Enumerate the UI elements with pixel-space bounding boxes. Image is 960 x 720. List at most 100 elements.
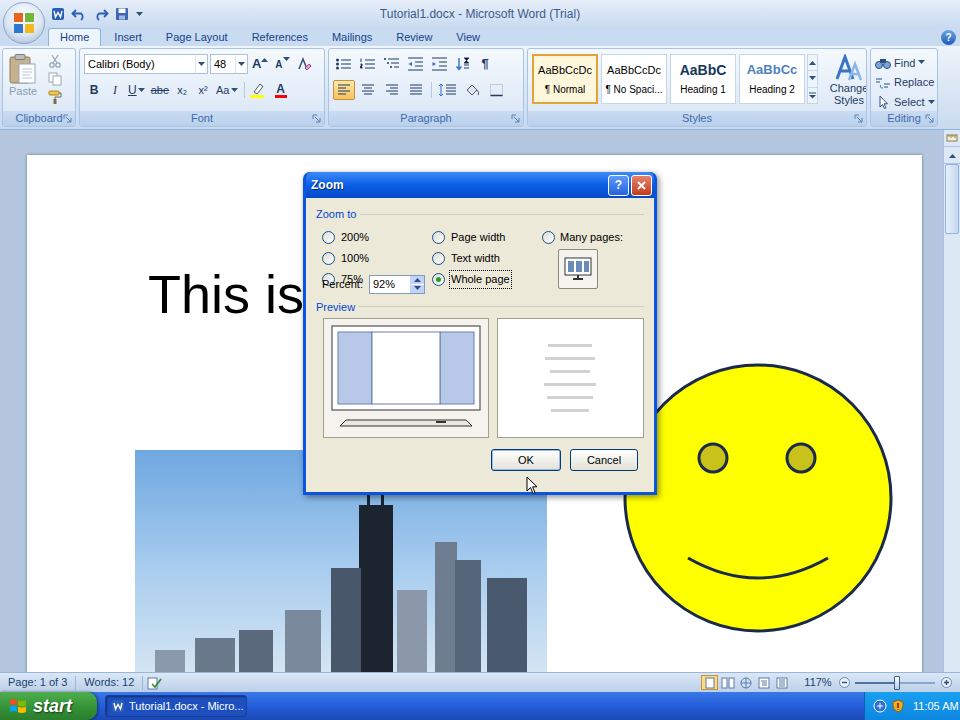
customize-dropdown-icon[interactable] bbox=[134, 6, 144, 22]
bullets-icon[interactable] bbox=[333, 54, 355, 74]
font-style-button[interactable]: x² bbox=[193, 80, 213, 100]
shading-icon[interactable] bbox=[462, 80, 484, 100]
clock[interactable]: 11:05 AM bbox=[913, 698, 959, 715]
radio-button[interactable] bbox=[432, 231, 445, 244]
align-button[interactable] bbox=[405, 80, 427, 100]
align-button[interactable] bbox=[357, 80, 379, 100]
radio-button[interactable] bbox=[432, 252, 445, 265]
sort-icon[interactable] bbox=[453, 54, 473, 74]
many-pages-button[interactable] bbox=[558, 249, 598, 289]
replace-button[interactable]: Replace bbox=[875, 74, 935, 92]
zoom-slider[interactable] bbox=[855, 682, 935, 684]
shrink-font-button[interactable]: A bbox=[272, 54, 292, 74]
more-styles-icon[interactable] bbox=[808, 87, 817, 103]
style-tile[interactable]: AaBbCcDc¶ Normal bbox=[532, 54, 598, 104]
highlight-color-icon[interactable] bbox=[248, 81, 270, 99]
redo-icon[interactable] bbox=[92, 6, 110, 22]
align-button[interactable] bbox=[333, 80, 355, 100]
document-text[interactable]: This is bbox=[148, 267, 304, 321]
spin-down-icon[interactable] bbox=[411, 284, 424, 293]
font-color-button[interactable]: A bbox=[271, 80, 291, 100]
view-ruler-icon[interactable] bbox=[944, 130, 960, 147]
font-style-button[interactable]: x₂ bbox=[172, 80, 192, 100]
numbering-icon[interactable] bbox=[357, 54, 379, 74]
radio-button[interactable] bbox=[322, 252, 335, 265]
dialog-launcher-icon[interactable] bbox=[854, 114, 863, 123]
dialog-launcher-icon[interactable] bbox=[511, 114, 520, 123]
clear-formatting-icon[interactable] bbox=[294, 54, 314, 74]
many-pages-option[interactable]: Many pages: bbox=[542, 229, 623, 289]
dialog-help-button[interactable]: ? bbox=[608, 175, 629, 196]
radio-button[interactable] bbox=[432, 273, 445, 286]
change-styles-button[interactable]: Change Styles bbox=[824, 49, 867, 111]
style-tile[interactable]: AaBbCHeading 1 bbox=[670, 54, 736, 104]
multilevel-list-icon[interactable] bbox=[381, 54, 403, 74]
zoom-option[interactable]: Text width bbox=[432, 250, 542, 268]
select-button[interactable]: Select bbox=[875, 93, 935, 111]
ribbon-tab[interactable]: Review bbox=[385, 29, 443, 46]
help-button[interactable]: ? bbox=[941, 30, 956, 45]
percent-field[interactable]: 92% bbox=[369, 275, 425, 294]
dropdown-icon[interactable] bbox=[231, 88, 239, 93]
dialog-launcher-icon[interactable] bbox=[312, 114, 321, 123]
font-name-field[interactable]: Calibri (Body) bbox=[84, 54, 208, 74]
outline-icon[interactable] bbox=[755, 675, 772, 690]
radio-button[interactable] bbox=[322, 231, 335, 244]
radio-button[interactable] bbox=[542, 231, 555, 244]
style-tile[interactable]: AaBbCcHeading 2 bbox=[739, 54, 805, 104]
dialog-button[interactable]: Cancel bbox=[570, 449, 638, 471]
print-layout-icon[interactable] bbox=[701, 675, 718, 690]
ribbon-tab[interactable]: Home bbox=[48, 28, 101, 46]
dropdown-icon[interactable] bbox=[138, 88, 146, 93]
dialog-launcher-icon[interactable] bbox=[925, 114, 934, 123]
font-style-button[interactable]: abe bbox=[149, 80, 171, 100]
zoom-in-icon[interactable] bbox=[940, 677, 952, 689]
format-painter-icon[interactable] bbox=[47, 89, 63, 105]
font-style-button[interactable]: B bbox=[84, 80, 104, 100]
word-count[interactable]: Words: 12 bbox=[76, 674, 142, 691]
proofing-icon[interactable] bbox=[143, 675, 165, 691]
line-spacing-icon[interactable] bbox=[436, 80, 460, 100]
ribbon-tab[interactable]: References bbox=[241, 29, 319, 46]
security-shield-icon[interactable] bbox=[891, 699, 905, 713]
decrease-indent-icon[interactable] bbox=[405, 54, 427, 74]
dialog-button[interactable]: OK bbox=[491, 449, 561, 471]
smiley-face-shape[interactable] bbox=[622, 362, 894, 634]
zoom-out-icon[interactable] bbox=[838, 677, 850, 689]
start-button[interactable]: start bbox=[0, 692, 97, 720]
undo-icon[interactable] bbox=[70, 6, 88, 22]
page-count[interactable]: Page: 1 of 3 bbox=[0, 674, 75, 691]
ribbon-tab[interactable]: View bbox=[445, 29, 491, 46]
ribbon-tab[interactable]: Page Layout bbox=[155, 29, 239, 46]
scroll-up-icon[interactable] bbox=[808, 55, 817, 70]
ribbon-tab[interactable]: Insert bbox=[103, 29, 153, 46]
align-button[interactable] bbox=[381, 80, 403, 100]
taskbar-button[interactable]: Tutorial1.docx - Micro... bbox=[105, 695, 247, 717]
draft-icon[interactable] bbox=[773, 675, 790, 690]
network-icon[interactable] bbox=[873, 699, 887, 713]
zoom-option[interactable]: 100% bbox=[322, 250, 432, 268]
full-screen-reading-icon[interactable] bbox=[719, 675, 736, 690]
zoom-option[interactable]: Whole page bbox=[432, 271, 542, 289]
show-marks-button[interactable]: ¶ bbox=[475, 54, 495, 74]
borders-icon[interactable] bbox=[486, 80, 508, 100]
dropdown-icon[interactable] bbox=[195, 55, 207, 73]
grow-font-button[interactable]: A bbox=[250, 54, 270, 74]
style-tile[interactable]: AaBbCcDc¶ No Spaci... bbox=[601, 54, 667, 104]
font-style-button[interactable]: I bbox=[105, 80, 125, 100]
scroll-up-icon[interactable] bbox=[944, 147, 960, 164]
cut-icon[interactable] bbox=[47, 53, 63, 69]
zoom-option[interactable]: Page width bbox=[432, 229, 542, 247]
dialog-launcher-icon[interactable] bbox=[63, 114, 72, 123]
zoom-slider-thumb[interactable] bbox=[894, 676, 900, 690]
dropdown-icon[interactable] bbox=[235, 55, 247, 73]
web-layout-icon[interactable] bbox=[737, 675, 754, 690]
spin-up-icon[interactable] bbox=[411, 276, 424, 284]
dialog-close-button[interactable] bbox=[631, 175, 652, 196]
font-style-button[interactable]: U bbox=[126, 80, 148, 100]
find-button[interactable]: Find bbox=[875, 54, 935, 72]
ribbon-tab[interactable]: Mailings bbox=[321, 29, 383, 46]
scroll-thumb[interactable] bbox=[945, 164, 959, 234]
zoom-option[interactable]: 200% bbox=[322, 229, 432, 247]
save-icon[interactable] bbox=[114, 6, 130, 22]
